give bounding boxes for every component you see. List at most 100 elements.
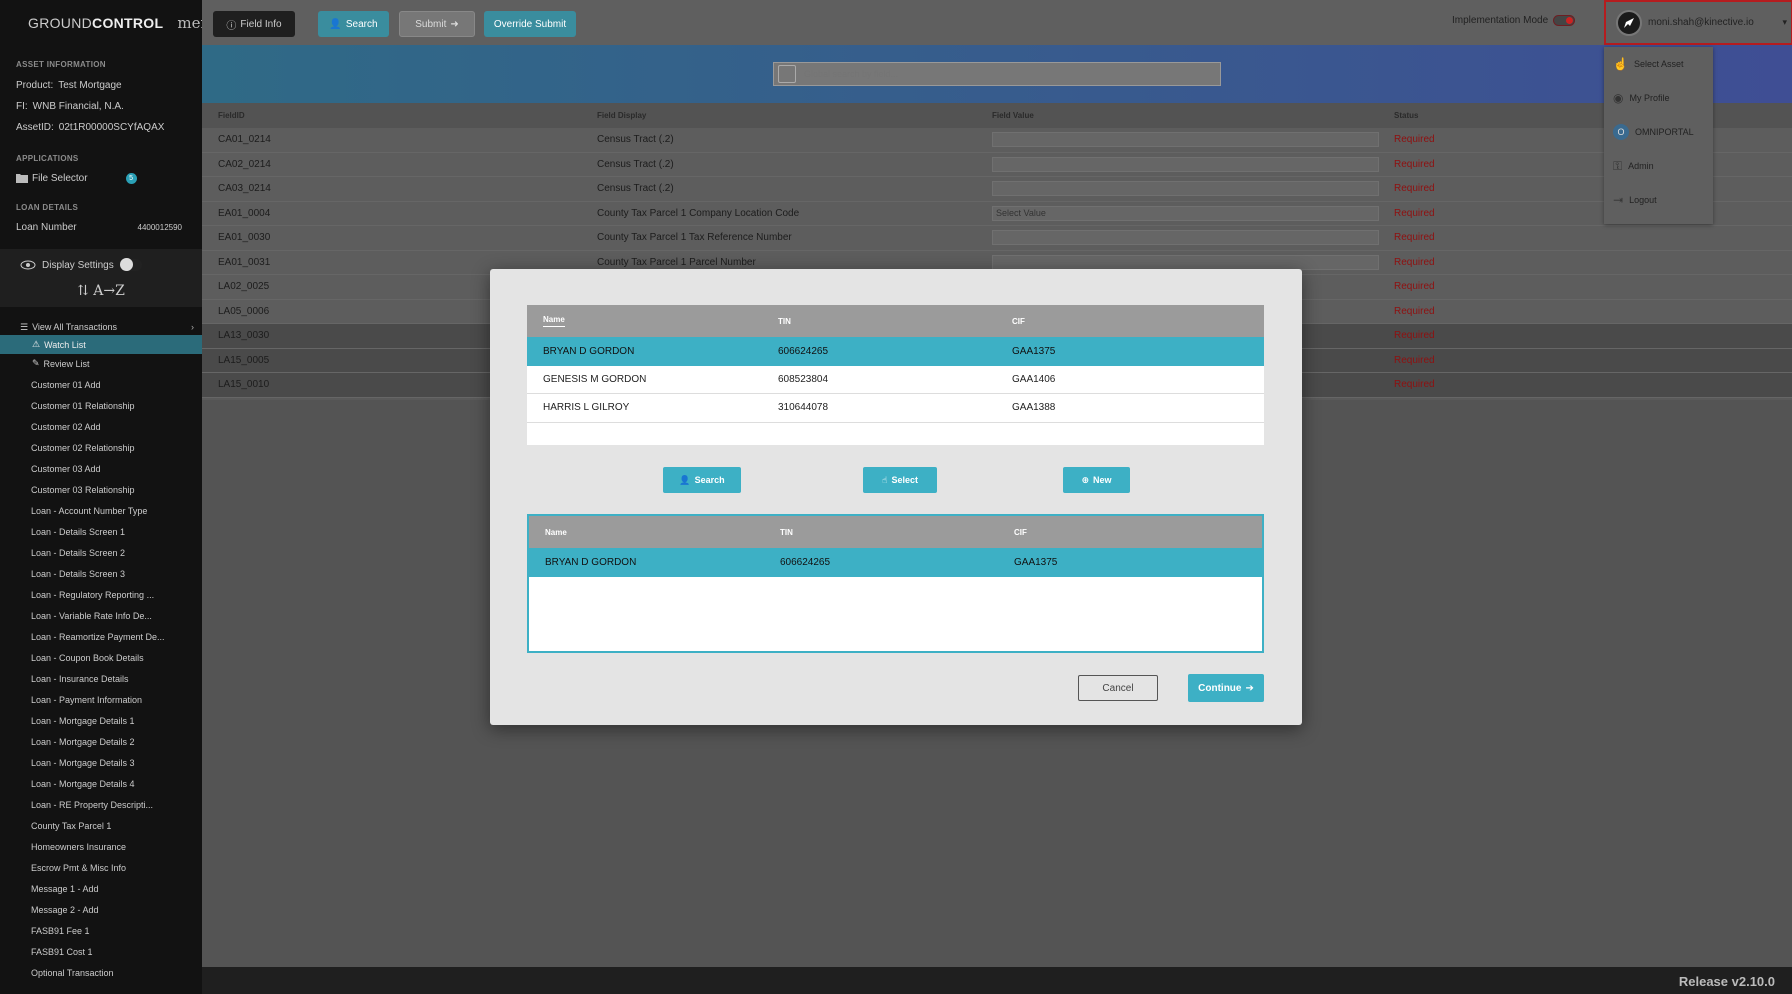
display-settings-toggle[interactable] xyxy=(119,258,142,271)
touch-app-icon: ☝ xyxy=(1613,57,1628,71)
sidebar: GROUNDCONTROL menu ASSET INFORMATION Pro… xyxy=(0,0,220,994)
asset-information-title: ASSET INFORMATION xyxy=(16,60,106,69)
sidebar-menu-item[interactable]: Customer 02 Relationship xyxy=(0,438,175,459)
search-results-table: Name TIN CIF BRYAN D GORDON 606624265 GAA1… xyxy=(527,305,1264,445)
sidebar-menu-item[interactable]: Escrow Pmt & Misc Info xyxy=(0,858,175,879)
modal-new-button[interactable]: ⊕ New xyxy=(1063,467,1130,493)
view-all-transactions[interactable]: ☰ View All Transactions › xyxy=(0,319,202,335)
menu-select-asset[interactable]: ☝ Select Asset xyxy=(1604,47,1713,81)
menu-omniportal[interactable]: O OMNIPORTAL xyxy=(1604,115,1713,149)
user-account-button[interactable]: moni.shah@kinective.io ▾ xyxy=(1604,0,1792,45)
sidebar-menu-item[interactable]: Customer 01 Relationship xyxy=(0,396,175,417)
implementation-mode-toggle[interactable] xyxy=(1553,15,1576,26)
selected-col-tin[interactable]: TIN xyxy=(780,528,793,537)
override-submit-button[interactable]: Override Submit xyxy=(484,11,576,37)
col-field-display[interactable]: Field Display xyxy=(597,111,646,120)
sidebar-menu-item[interactable]: Loan - Details Screen 3 xyxy=(0,564,175,585)
grid-row: CA03_0214 Census Tract (.2) Required xyxy=(202,177,1792,202)
results-col-name[interactable]: Name xyxy=(543,315,565,327)
user-email: moni.shah@kinective.io xyxy=(1648,17,1754,28)
field-value-input[interactable] xyxy=(992,254,1379,270)
view-all-label: View All Transactions xyxy=(32,322,117,332)
watch-list[interactable]: ⚠ Watch List xyxy=(0,335,202,354)
field-info-label: Field Info xyxy=(240,18,282,30)
file-selector[interactable]: File Selector 5 xyxy=(0,163,202,193)
sidebar-menu-item[interactable]: Loan - Account Number Type xyxy=(0,501,175,522)
sidebar-menu-item[interactable]: Loan - Mortgage Details 2 xyxy=(0,732,175,753)
continue-button[interactable]: Continue ➔ xyxy=(1188,674,1264,702)
sidebar-menu-item[interactable]: Loan - Payment Information xyxy=(0,690,175,711)
field-value-input[interactable] xyxy=(992,132,1379,148)
sidebar-menu-item[interactable]: Loan - Mortgage Details 4 xyxy=(0,774,175,795)
sidebar-menu-item[interactable]: Loan - Insurance Details xyxy=(0,669,175,690)
results-col-tin[interactable]: TIN xyxy=(778,317,791,326)
sidebar-menu-item[interactable]: FASB91 Fee 1 xyxy=(0,921,175,942)
keyboard-arrow-right-icon[interactable]: › xyxy=(191,322,194,332)
search-banner xyxy=(202,45,1792,103)
display-settings-label: Display Settings xyxy=(42,259,114,271)
submit-button[interactable]: Submit ➜ xyxy=(399,11,475,37)
sidebar-menu-item[interactable]: Loan - Details Screen 1 xyxy=(0,522,175,543)
col-fieldid[interactable]: FieldID xyxy=(218,111,245,120)
field-info-button[interactable]: ⓘ Field Info xyxy=(213,11,295,37)
sidebar-menu-item[interactable]: Homeowners Insurance xyxy=(0,837,175,858)
sidebar-menu-item[interactable]: Loan - Details Screen 2 xyxy=(0,543,175,564)
sidebar-menu-item[interactable]: Loan - Reamortize Payment De... xyxy=(0,627,175,648)
sidebar-menu-item[interactable]: Loan - Mortgage Details 3 xyxy=(0,753,175,774)
implementation-mode-label: Implementation Mode xyxy=(1452,15,1549,26)
sidebar-menu-item[interactable]: FASB91 Cost 1 xyxy=(0,942,175,963)
menu-admin[interactable]: ⚿ Admin xyxy=(1604,149,1713,183)
loan-details-title: LOAN DETAILS xyxy=(16,203,79,212)
field-value-input[interactable]: Select Value xyxy=(992,205,1379,221)
search-button[interactable]: 👤 Search xyxy=(318,11,389,37)
sidebar-menu-item[interactable]: Loan - Regulatory Reporting ... xyxy=(0,585,175,606)
customer-row[interactable]: BRYAN D GORDON 606624265 GAA1375 xyxy=(527,337,1264,366)
field-value-input[interactable] xyxy=(992,156,1379,172)
field-id: CA03_0214 xyxy=(218,183,271,195)
col-status[interactable]: Status xyxy=(1394,111,1418,120)
modal-select-button[interactable]: ☝ Select xyxy=(863,467,937,493)
sidebar-menu-item[interactable]: Customer 02 Add xyxy=(0,417,175,438)
display-settings[interactable]: Display Settings xyxy=(0,255,202,275)
sidebar-menu-item[interactable]: Message 2 - Add xyxy=(0,900,175,921)
sidebar-menu-item[interactable]: County Tax Parcel 1 xyxy=(0,816,175,837)
sidebar-menu-item[interactable]: Customer 01 Add xyxy=(0,375,175,396)
results-col-cif[interactable]: CIF xyxy=(1012,317,1025,326)
customer-search-modal: Name TIN CIF BRYAN D GORDON 606624265 GAA1… xyxy=(490,269,1302,725)
sidebar-menu-item[interactable]: Loan - RE Property Descripti... xyxy=(0,795,175,816)
sidebar-menu-item[interactable]: Loan - Coupon Book Details xyxy=(0,648,175,669)
sidebar-menu-item[interactable]: Loan - Variable Rate Info De... xyxy=(0,606,175,627)
cancel-button[interactable]: Cancel xyxy=(1078,675,1158,701)
sidebar-menu-item[interactable]: Customer 03 Add xyxy=(0,459,175,480)
modal-search-button[interactable]: 👤 Search xyxy=(663,467,741,493)
menu-logout[interactable]: ⇥ Logout xyxy=(1604,183,1713,217)
fi-value: WNB Financial, N.A. xyxy=(32,101,124,112)
field-status: Required xyxy=(1394,330,1435,342)
selected-col-name[interactable]: Name xyxy=(545,528,567,537)
field-value-input[interactable] xyxy=(992,181,1379,197)
exit-to-app-icon: ⇥ xyxy=(1613,193,1624,207)
col-field-value[interactable]: Field Value xyxy=(992,111,1034,120)
global-search-input[interactable] xyxy=(774,69,1220,79)
menu-my-profile[interactable]: ◉ My Profile xyxy=(1604,81,1713,115)
sort-by-alpha-icon[interactable]: ⇅ A→Z xyxy=(77,283,125,299)
customer-tin: 606624265 xyxy=(780,557,831,568)
display-settings-panel: Display Settings ⇅ A→Z xyxy=(0,249,202,307)
selected-customers-table: Name TIN CIF BRYAN D GORDON 606624265 GAA1… xyxy=(527,514,1264,653)
field-id: EA01_0030 xyxy=(218,232,271,244)
customer-row[interactable]: HARRIS L GILROY 310644078 GAA1388 xyxy=(527,394,1264,423)
customer-row[interactable]: BRYAN D GORDON 606624265 GAA1375 xyxy=(529,548,1262,577)
field-display: County Tax Parcel 1 Tax Reference Number xyxy=(597,232,792,244)
sidebar-menu-item[interactable]: Loan - Mortgage Details 1 xyxy=(0,711,175,732)
sidebar-menu-item[interactable]: Optional Transaction xyxy=(0,963,175,984)
selected-col-cif[interactable]: CIF xyxy=(1014,528,1027,537)
sidebar-menu-item[interactable]: Message 1 - Add xyxy=(0,879,175,900)
field-value-input[interactable] xyxy=(992,230,1379,246)
review-list[interactable]: ✎ Review List xyxy=(0,354,202,373)
field-id: CA02_0214 xyxy=(218,158,271,170)
sidebar-menu-item[interactable]: Customer 03 Relationship xyxy=(0,480,175,501)
modal-search-label: Search xyxy=(694,475,725,485)
visibility-icon xyxy=(20,260,36,270)
field-id: EA01_0004 xyxy=(218,207,271,219)
customer-row[interactable]: GENESIS M GORDON 608523804 GAA1406 xyxy=(527,365,1264,394)
